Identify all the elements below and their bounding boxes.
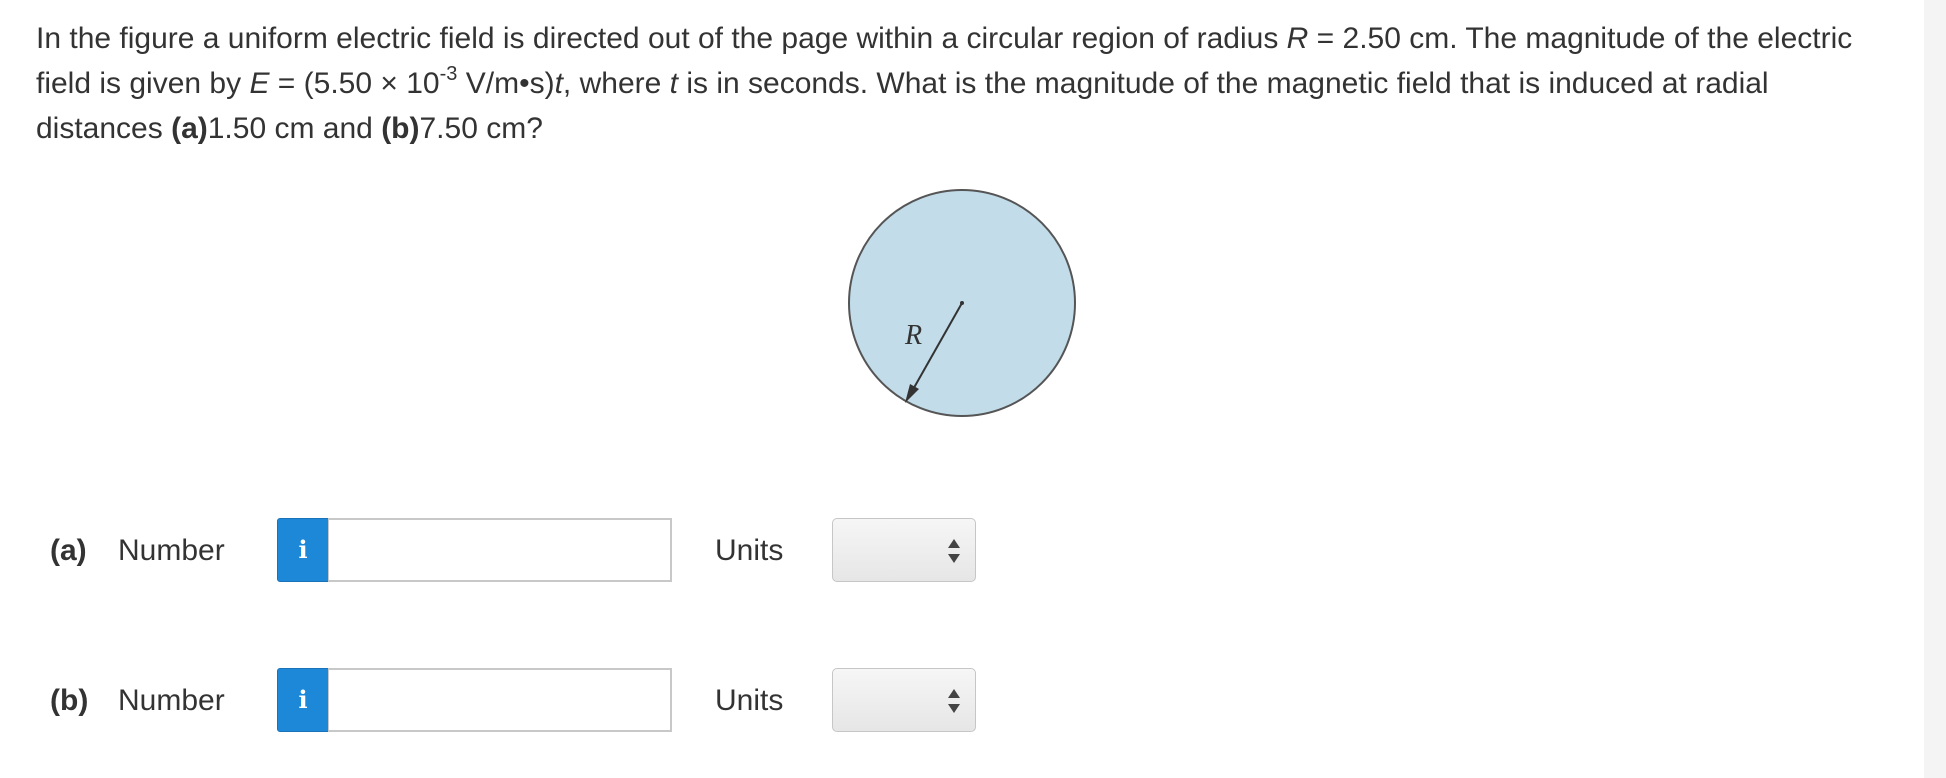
units-label: Units	[715, 684, 784, 717]
select-arrows-icon	[948, 539, 960, 563]
radius-label: R	[904, 320, 922, 351]
part-label: (a)	[50, 534, 87, 567]
circular-field-figure: R	[845, 186, 1085, 431]
question-page: In the figure a uniform electric field i…	[0, 0, 1946, 778]
units-label: Units	[715, 534, 784, 567]
number-label: Number	[118, 534, 225, 567]
info-icon[interactable]: i	[277, 668, 329, 732]
units-select-a[interactable]	[832, 518, 976, 582]
center-point	[960, 301, 964, 305]
scrollbar-track[interactable]	[1924, 0, 1946, 778]
number-input-a[interactable]	[328, 518, 672, 582]
select-arrows-icon	[948, 689, 960, 713]
info-icon[interactable]: i	[277, 518, 329, 582]
question-text: In the figure a uniform electric field i…	[36, 22, 1853, 145]
answer-row-a: (a) Number i Units	[50, 518, 1050, 584]
number-label: Number	[118, 684, 225, 717]
answer-row-b: (b) Number i Units	[50, 668, 1050, 734]
part-label: (b)	[50, 684, 89, 717]
units-select-b[interactable]	[832, 668, 976, 732]
number-input-b[interactable]	[328, 668, 672, 732]
